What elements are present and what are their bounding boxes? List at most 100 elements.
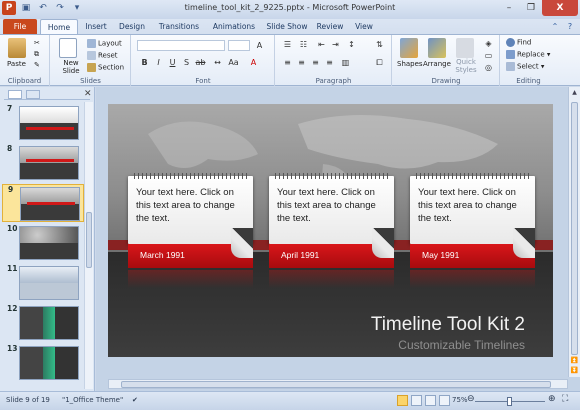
- shape-effects-icon[interactable]: ◎: [483, 63, 494, 72]
- maximize-button[interactable]: ❐: [520, 0, 542, 16]
- bullets-icon[interactable]: ☰: [282, 40, 293, 49]
- slide-thumbnail[interactable]: 11: [2, 264, 84, 302]
- slide-thumbnail-panel: ✕ 7 8 9 10 11 12 13: [0, 87, 95, 391]
- decrease-indent-icon[interactable]: ⇤: [316, 40, 327, 49]
- align-left-icon[interactable]: ≡: [282, 58, 293, 67]
- slides-tab-icon[interactable]: [8, 90, 22, 99]
- close-button[interactable]: X: [542, 0, 578, 16]
- tab-design[interactable]: Design: [114, 19, 150, 34]
- card-text[interactable]: Your text here. Click on this text area …: [136, 186, 248, 225]
- align-center-icon[interactable]: ≡: [296, 58, 307, 67]
- help-icon[interactable]: ?: [563, 20, 577, 33]
- tab-review[interactable]: Review: [314, 19, 346, 34]
- line-spacing-icon[interactable]: ↕: [346, 40, 357, 49]
- slide-thumbnail[interactable]: 10: [2, 224, 84, 262]
- scroll-up-icon[interactable]: ▲: [569, 89, 580, 96]
- timeline-card[interactable]: Your text here. Click on this text area …: [410, 173, 535, 288]
- grow-font-icon[interactable]: A: [254, 41, 265, 50]
- card-date[interactable]: April 1991: [281, 250, 319, 260]
- cut-icon[interactable]: ✂: [34, 39, 40, 47]
- timeline-card[interactable]: Your text here. Click on this text area …: [128, 173, 253, 288]
- card-date[interactable]: March 1991: [140, 250, 185, 260]
- strikethrough-icon[interactable]: ab: [195, 58, 206, 67]
- theme-name[interactable]: "1_Office Theme": [62, 396, 123, 404]
- text-direction-icon[interactable]: ⇅: [374, 40, 385, 49]
- horizontal-scroll-thumb[interactable]: [121, 381, 551, 388]
- format-painter-icon[interactable]: ✎: [34, 61, 40, 69]
- card-text[interactable]: Your text here. Click on this text area …: [418, 186, 530, 225]
- scroll-thumb[interactable]: [86, 212, 92, 268]
- window-controls: – ❐ X: [498, 0, 578, 16]
- normal-view-icon[interactable]: [397, 395, 408, 406]
- zoom-level[interactable]: 75%: [452, 396, 468, 404]
- outline-tab-icon[interactable]: [26, 90, 40, 99]
- zoom-in-icon[interactable]: ⊕: [548, 394, 556, 404]
- italic-icon[interactable]: I: [153, 58, 164, 67]
- font-family-combo[interactable]: [137, 40, 225, 51]
- card-text[interactable]: Your text here. Click on this text area …: [277, 186, 389, 225]
- shape-outline-icon[interactable]: ▭: [483, 51, 494, 60]
- find-button[interactable]: Find: [506, 38, 531, 47]
- tab-file[interactable]: File: [3, 19, 37, 34]
- reading-view-icon[interactable]: [425, 395, 436, 406]
- tab-slide-show[interactable]: Slide Show: [263, 19, 311, 34]
- card-date[interactable]: May 1991: [422, 250, 459, 260]
- select-button[interactable]: Select ▾: [506, 62, 544, 71]
- copy-icon[interactable]: ⧉: [34, 50, 39, 59]
- layout-button[interactable]: Layout: [87, 39, 122, 48]
- shadow-icon[interactable]: S: [181, 58, 192, 67]
- increase-indent-icon[interactable]: ⇥: [330, 40, 341, 49]
- horizontal-scrollbar[interactable]: [108, 379, 568, 389]
- slide-subtitle[interactable]: Customizable Timelines: [398, 338, 525, 352]
- change-case-icon[interactable]: Aa: [228, 58, 239, 67]
- fit-slide-icon[interactable]: ⛶: [562, 394, 568, 404]
- slide-thumbnail[interactable]: 7: [2, 104, 84, 142]
- font-color-icon[interactable]: A: [248, 58, 259, 67]
- tab-transitions[interactable]: Transitions: [153, 19, 205, 34]
- tab-animations[interactable]: Animations: [208, 19, 260, 34]
- reset-icon: [87, 51, 96, 60]
- spellcheck-icon[interactable]: ✔: [132, 396, 138, 404]
- replace-button[interactable]: Replace ▾: [506, 50, 550, 59]
- paste-button[interactable]: Paste: [7, 60, 26, 68]
- vertical-scrollbar[interactable]: ▲ ⏫ ⏬: [568, 87, 580, 377]
- zoom-slider-knob[interactable]: [507, 397, 512, 406]
- close-panel-icon[interactable]: ✕: [84, 89, 92, 99]
- numbering-icon[interactable]: ☷: [298, 40, 309, 49]
- arrange-button[interactable]: Arrange: [423, 60, 451, 68]
- tab-home[interactable]: Home: [40, 19, 78, 34]
- tab-insert[interactable]: Insert: [80, 19, 112, 34]
- char-spacing-icon[interactable]: ↔: [212, 58, 223, 67]
- slide-thumbnail[interactable]: 8: [2, 144, 84, 182]
- page-curl: [231, 228, 253, 258]
- bold-icon[interactable]: B: [139, 58, 150, 67]
- minimize-button[interactable]: –: [498, 0, 520, 16]
- slide-thumbnail-selected[interactable]: 9: [2, 184, 84, 222]
- timeline-card[interactable]: Your text here. Click on this text area …: [269, 173, 394, 288]
- collapse-ribbon-icon[interactable]: ⌃: [548, 20, 562, 33]
- zoom-out-icon[interactable]: ⊖: [467, 394, 475, 404]
- shape-fill-icon[interactable]: ◈: [483, 39, 494, 48]
- slideshow-view-icon[interactable]: [439, 395, 450, 406]
- slide-thumbnail[interactable]: 13: [2, 344, 84, 382]
- new-slide-button[interactable]: New Slide: [60, 59, 82, 75]
- justify-icon[interactable]: ≡: [324, 58, 335, 67]
- align-right-icon[interactable]: ≡: [310, 58, 321, 67]
- smartart-icon[interactable]: ⧠: [374, 58, 385, 68]
- vertical-scroll-thumb[interactable]: [571, 102, 578, 355]
- tab-view[interactable]: View: [350, 19, 378, 34]
- slide-thumbnail[interactable]: 12: [2, 304, 84, 342]
- font-size-combo[interactable]: [228, 40, 250, 51]
- quick-styles-button[interactable]: Quick Styles: [453, 58, 479, 74]
- next-slide-icon[interactable]: ⏬: [569, 367, 580, 374]
- slide-sorter-view-icon[interactable]: [411, 395, 422, 406]
- shapes-button[interactable]: Shapes: [397, 60, 423, 68]
- reset-button[interactable]: Reset: [87, 51, 118, 60]
- thumbnail-scrollbar[interactable]: [84, 102, 93, 389]
- section-button[interactable]: Section: [87, 63, 124, 72]
- slide-title[interactable]: Timeline Tool Kit 2: [371, 314, 525, 336]
- previous-slide-icon[interactable]: ⏫: [569, 357, 580, 364]
- columns-icon[interactable]: ▥: [340, 58, 351, 67]
- slide-canvas[interactable]: Your text here. Click on this text area …: [108, 104, 553, 357]
- underline-icon[interactable]: U: [167, 58, 178, 67]
